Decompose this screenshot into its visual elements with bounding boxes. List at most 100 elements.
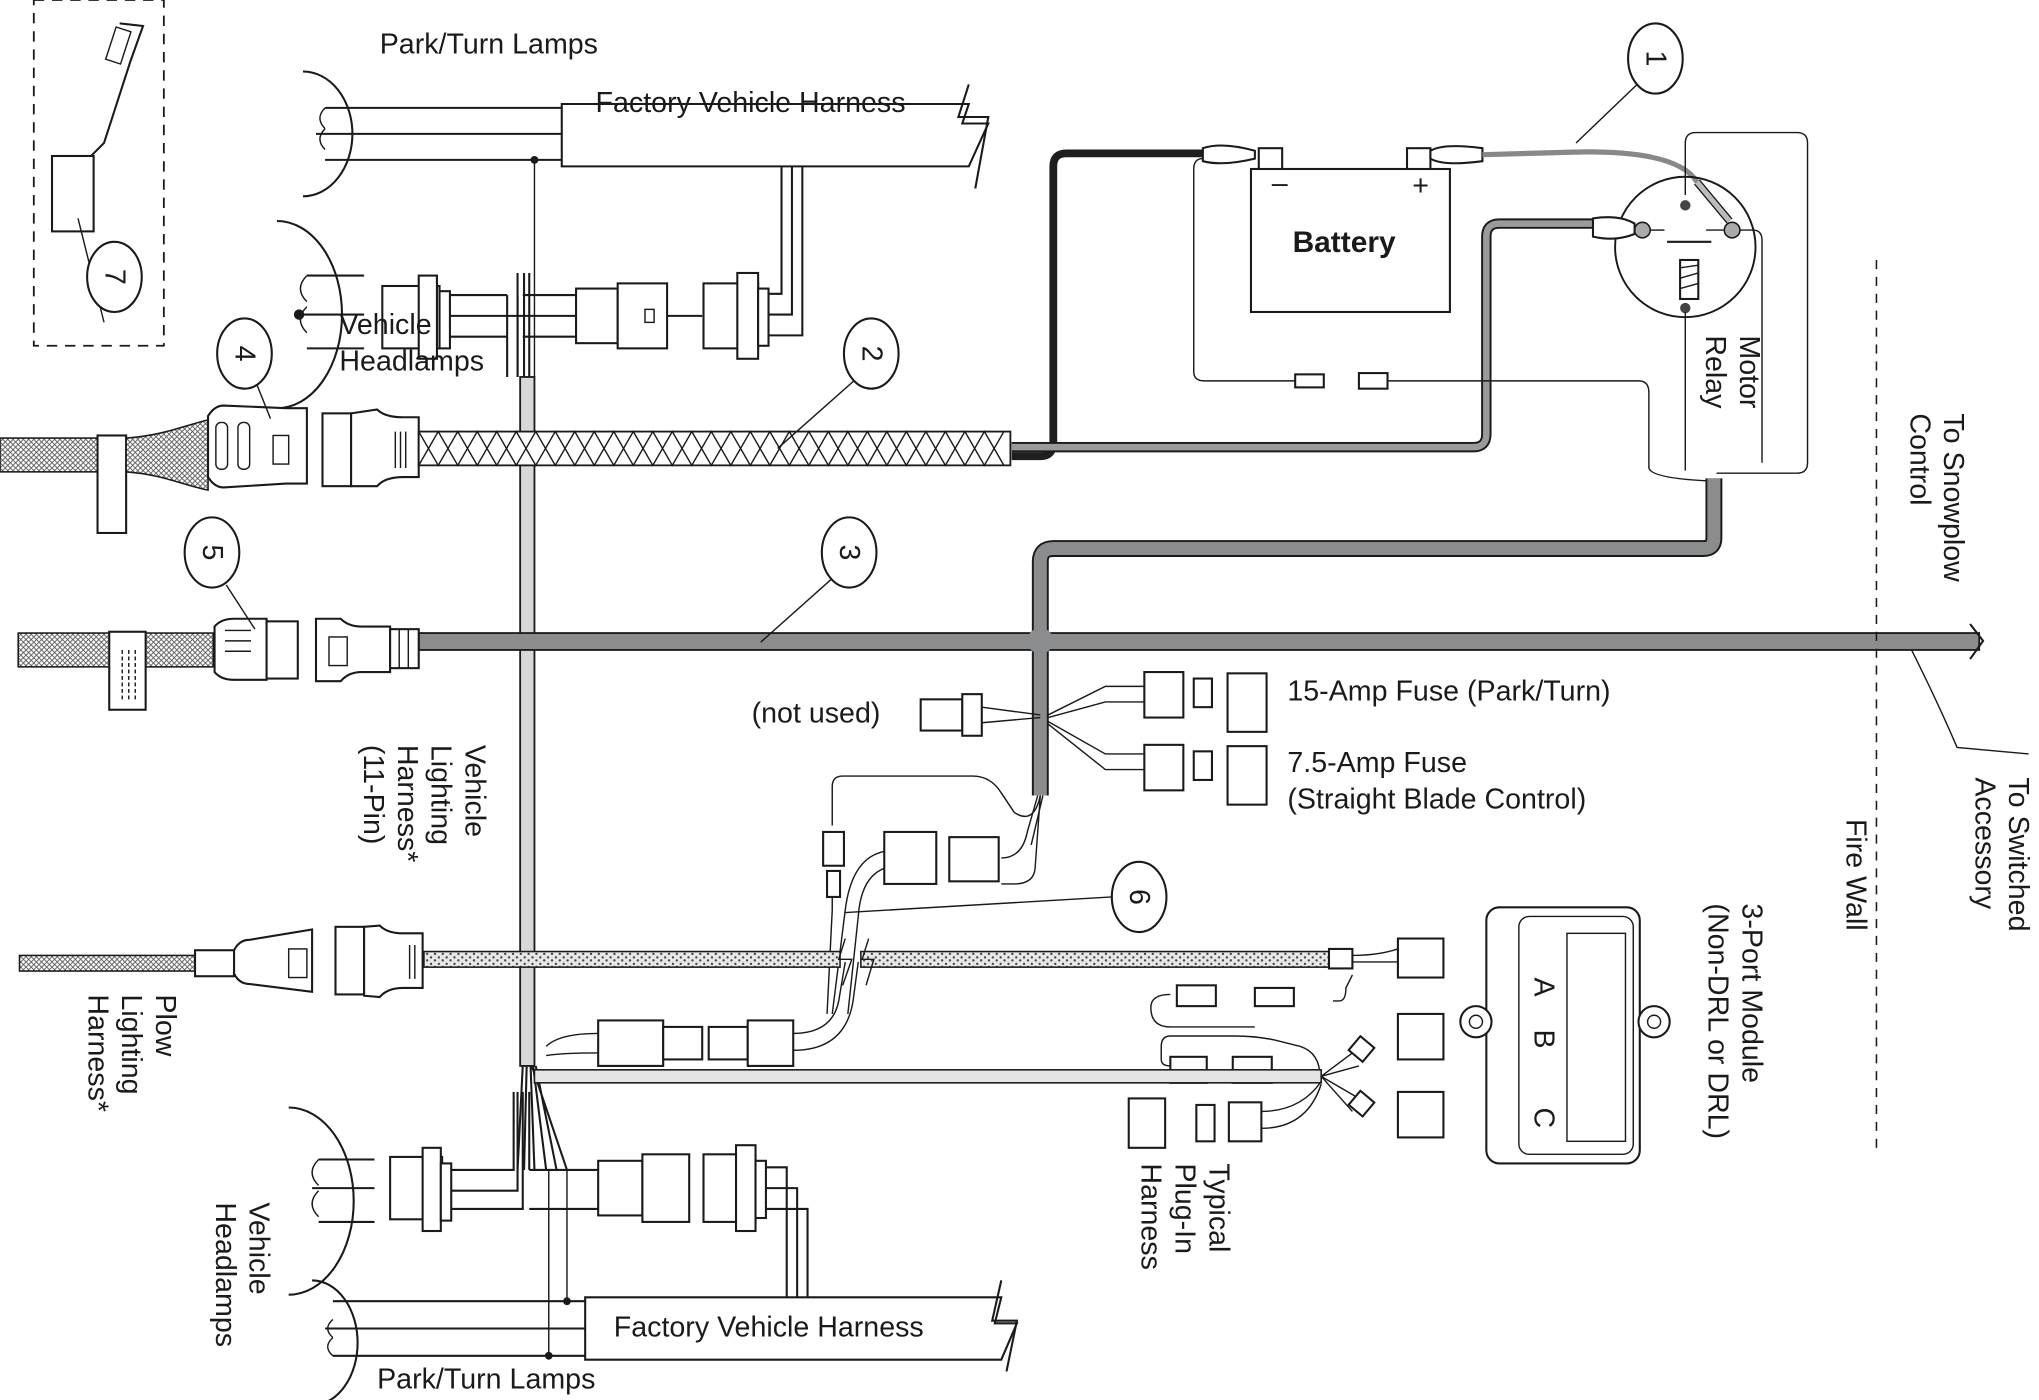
socket-flange xyxy=(734,1144,757,1233)
port-c-connector xyxy=(1396,1090,1445,1139)
callout-7: 7 xyxy=(86,240,143,314)
vehicle-headlamps-top-label-2: Headlamps xyxy=(339,345,484,377)
mounting-tab xyxy=(1637,1005,1671,1039)
fuse-cover-15a xyxy=(1226,672,1268,733)
fuse-15a xyxy=(1192,677,1213,709)
cable-clamp xyxy=(96,434,128,535)
plug-in-pins xyxy=(1195,1103,1216,1143)
vehicle-headlamps-top-label: Vehicle xyxy=(339,309,431,341)
factory-harness-top-label: Factory Vehicle Harness xyxy=(596,87,906,119)
park-turn-lamps-bottom-label: Park/Turn Lamps xyxy=(377,1363,595,1395)
battery-negative-cable xyxy=(1011,149,1203,461)
plug-body xyxy=(207,404,308,489)
wire xyxy=(1261,1081,1322,1130)
fuse-7-5a-sublabel: (Straight Blade Control) xyxy=(1287,784,1586,816)
harness-socket xyxy=(948,836,1000,883)
callout-number: 7 xyxy=(98,269,130,285)
relay-terminal-battery xyxy=(1633,221,1651,239)
park-turn-lamps-top-label: Park/Turn Lamps xyxy=(380,28,598,60)
relay-frame-wire xyxy=(1684,131,1809,474)
callout-leader-1 xyxy=(1575,80,1642,144)
inline-connector-female xyxy=(1357,372,1389,390)
three-port-module-label: 3-Port Module xyxy=(1736,903,1768,1083)
callout-4: 4 xyxy=(216,317,273,390)
callout-5: 5 xyxy=(183,516,241,589)
socket-flange xyxy=(439,1162,453,1222)
inline-fuse xyxy=(826,869,842,898)
motor-relay-label: Motor xyxy=(1733,335,1765,409)
not-used-connector-cap xyxy=(961,693,983,737)
plug-boot xyxy=(194,949,236,978)
inline-connector xyxy=(822,830,845,867)
port-a-connector xyxy=(1396,937,1445,979)
lamp-housing xyxy=(288,1106,355,1296)
socket-flange xyxy=(421,1146,442,1233)
relay-terminal-motor xyxy=(1723,221,1741,239)
plow-lighting-harness-label-3: Harness* xyxy=(81,994,113,1112)
motor-relay xyxy=(1591,131,1809,474)
cable-label-tag xyxy=(108,630,147,711)
callout-6: 6 xyxy=(1110,860,1168,934)
inline-connector-male xyxy=(1294,373,1325,389)
fuse-holder-15a xyxy=(1143,671,1185,719)
callout-1: 1 xyxy=(1627,22,1684,95)
cable-sleeve-end xyxy=(1327,947,1354,970)
vehicle-lighting-harness-label-2: Lighting xyxy=(425,745,457,845)
switched-accessory-leader xyxy=(1910,649,2029,755)
vehicle-lighting-harness-label: Vehicle xyxy=(459,745,491,837)
plug-connector xyxy=(575,287,619,345)
socket-flange xyxy=(736,271,760,360)
plug-in-harness-label: Typical xyxy=(1202,1163,1234,1252)
module-socket-body xyxy=(746,1019,795,1067)
module-cable xyxy=(533,1069,1322,1084)
callout-number: 5 xyxy=(196,545,228,561)
wiring-diagram: – + Battery 15-Amp Fuse (Park/Turn) 7.5-… xyxy=(0,0,2034,1400)
plug-body xyxy=(213,617,268,681)
vehicle-lighting-harness-trunk xyxy=(516,272,568,1171)
fuse-cover-7-5a xyxy=(1226,745,1268,806)
harness-plug xyxy=(883,830,938,885)
battery-negative-post xyxy=(1257,147,1284,171)
socket-flange xyxy=(438,290,451,350)
factory-wires xyxy=(765,1166,809,1300)
item-6-jumper-harness xyxy=(822,775,1112,1015)
to-snowplow-control-label-2: Control xyxy=(1903,413,1935,505)
plug-body xyxy=(233,928,314,994)
lamp-housing xyxy=(312,1279,359,1400)
not-used-label: (not used) xyxy=(752,698,881,730)
battery-negative-sign: – xyxy=(1272,167,1288,199)
harness-junction xyxy=(1027,627,1054,654)
fuse-branch: 15-Amp Fuse (Park/Turn) 7.5-Amp Fuse (St… xyxy=(752,671,1611,816)
jumper-wire xyxy=(831,775,1042,826)
motor-relay-label-2: Relay xyxy=(1699,335,1731,409)
control-harness-3 xyxy=(417,478,1985,796)
lamp-filament xyxy=(326,1318,334,1357)
module-plug-nose xyxy=(662,1025,704,1061)
factory-harness-bottom-label: Factory Vehicle Harness xyxy=(614,1311,924,1343)
vehicle-headlamps-bottom-label-2: Headlamps xyxy=(209,1202,241,1347)
socket-collar xyxy=(321,412,353,488)
item-5-connector xyxy=(17,617,420,711)
to-switched-accessory-label-2: Accessory xyxy=(1968,777,2000,910)
item-4-connector xyxy=(0,404,1012,535)
three-port-module-label-2: (Non-DRL or DRL) xyxy=(1702,903,1734,1139)
relay-terminal xyxy=(1680,200,1691,211)
plug-in-harness-label-3: Harness xyxy=(1135,1163,1167,1269)
fuse-puller-slot xyxy=(104,26,132,65)
fuse-wire xyxy=(1047,685,1145,719)
fuse-puller-handle xyxy=(90,22,145,157)
socket-flange xyxy=(757,287,770,347)
cable-2-crosshatch xyxy=(417,430,1012,467)
negative-terminal-lug xyxy=(1201,144,1256,165)
callout-number: 1 xyxy=(1639,51,1671,67)
trunk-wires-top xyxy=(516,272,531,377)
not-used-connector xyxy=(919,698,964,732)
port-b-tag xyxy=(1347,1034,1376,1064)
module-plug xyxy=(597,1019,665,1067)
fuse-wire xyxy=(1047,720,1145,771)
callout-number: 3 xyxy=(833,545,865,561)
socket-flange xyxy=(754,1159,767,1220)
module-housing xyxy=(1485,906,1641,1165)
wire xyxy=(545,1032,599,1057)
callout-number: 6 xyxy=(1123,889,1155,905)
